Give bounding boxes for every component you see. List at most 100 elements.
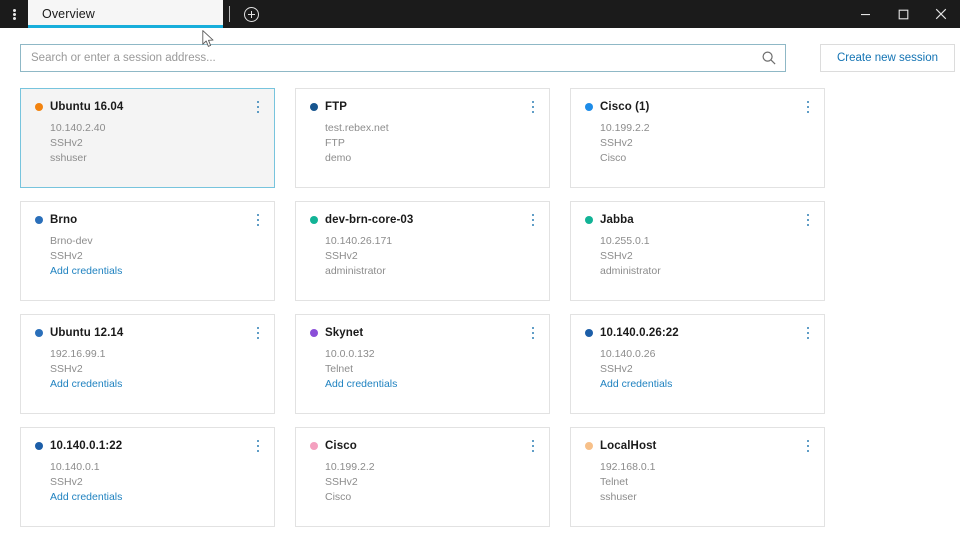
session-card-menu-button[interactable] xyxy=(801,211,815,229)
new-tab-button[interactable] xyxy=(239,0,263,28)
session-card-grid: Ubuntu 16.04 10.140.2.40 SSHv2 sshuser FTP te… xyxy=(0,72,960,527)
app-menu-button[interactable] xyxy=(0,0,28,28)
session-card-detail: SSHv2 xyxy=(50,363,83,375)
search-box[interactable] xyxy=(20,44,786,72)
session-card-detail: administrator xyxy=(325,265,386,277)
tab-separator xyxy=(229,6,230,22)
status-dot-icon xyxy=(35,103,43,111)
session-card-title: Cisco (1) xyxy=(600,101,650,113)
session-card-detail: Cisco xyxy=(600,152,627,164)
session-card-detail: 10.140.2.40 xyxy=(50,122,106,134)
session-card-detail: SSHv2 xyxy=(600,363,633,375)
kebab-menu-icon xyxy=(12,8,16,21)
session-card-menu-button[interactable] xyxy=(801,437,815,455)
status-dot-icon xyxy=(310,103,318,111)
session-card-detail: 10.140.0.26 xyxy=(600,348,656,360)
session-card[interactable]: Cisco (1) 10.199.2.2 SSHv2 Cisco xyxy=(570,88,825,188)
search-icon[interactable] xyxy=(761,50,777,66)
add-credentials-link[interactable]: Add credentials xyxy=(50,490,262,505)
session-card-menu-button[interactable] xyxy=(526,211,540,229)
add-credentials-link[interactable]: Add credentials xyxy=(50,264,262,279)
session-card[interactable]: 10.140.0.26:22 10.140.0.26 SSHv2 Add creden… xyxy=(570,314,825,414)
session-card-detail: test.rebex.net xyxy=(325,122,389,134)
session-card-detail: FTP xyxy=(325,137,345,149)
maximize-button[interactable] xyxy=(884,0,922,28)
session-card-title: 10.140.0.1:22 xyxy=(50,440,123,452)
session-card-menu-button[interactable] xyxy=(801,324,815,342)
session-card-detail: SSHv2 xyxy=(50,137,83,149)
session-card-header: Ubuntu 12.14 xyxy=(35,327,262,339)
tab-overview[interactable]: Overview xyxy=(28,0,223,28)
session-card-body: 10.140.26.171 SSHv2 administrator xyxy=(310,234,537,279)
session-card[interactable]: dev-brn-core-03 10.140.26.171 SSHv2 adminis… xyxy=(295,201,550,301)
session-card-header: Ubuntu 16.04 xyxy=(35,101,262,113)
session-card-body: 10.199.2.2 SSHv2 Cisco xyxy=(310,460,537,505)
session-card-body: 10.140.0.1 SSHv2 Add credentials xyxy=(35,460,262,505)
session-card-menu-button[interactable] xyxy=(526,437,540,455)
session-card-body: 10.255.0.1 SSHv2 administrator xyxy=(585,234,812,279)
session-card-title: LocalHost xyxy=(600,440,657,452)
add-credentials-link[interactable]: Add credentials xyxy=(50,377,262,392)
status-dot-icon xyxy=(35,442,43,450)
session-card-detail: 10.140.26.171 xyxy=(325,235,393,247)
session-card-menu-button[interactable] xyxy=(251,211,265,229)
create-new-session-button[interactable]: Create new session xyxy=(820,44,955,72)
close-button[interactable] xyxy=(922,0,960,28)
session-card-header: LocalHost xyxy=(585,440,812,452)
close-icon xyxy=(935,8,947,20)
add-credentials-link[interactable]: Add credentials xyxy=(600,377,812,392)
session-card-detail: SSHv2 xyxy=(325,250,358,262)
status-dot-icon xyxy=(585,442,593,450)
session-card-detail: Cisco xyxy=(325,491,352,503)
status-dot-icon xyxy=(35,216,43,224)
minimize-button[interactable] xyxy=(846,0,884,28)
session-card[interactable]: Skynet 10.0.0.132 Telnet Add credentials xyxy=(295,314,550,414)
tab-overview-label: Overview xyxy=(42,7,95,21)
session-card[interactable]: Jabba 10.255.0.1 SSHv2 administrator xyxy=(570,201,825,301)
session-card-menu-button[interactable] xyxy=(251,324,265,342)
session-card-menu-button[interactable] xyxy=(251,437,265,455)
session-card-menu-button[interactable] xyxy=(526,324,540,342)
session-card-detail: SSHv2 xyxy=(600,137,633,149)
minimize-icon xyxy=(860,13,870,15)
session-card[interactable]: Ubuntu 16.04 10.140.2.40 SSHv2 sshuser xyxy=(20,88,275,188)
session-card-detail: 10.255.0.1 xyxy=(600,235,650,247)
session-card-detail: 192.168.0.1 xyxy=(600,461,656,473)
session-card[interactable]: FTP test.rebex.net FTP demo xyxy=(295,88,550,188)
session-card-detail: SSHv2 xyxy=(50,476,83,488)
session-card-title: 10.140.0.26:22 xyxy=(600,327,679,339)
session-card-detail: 10.199.2.2 xyxy=(325,461,375,473)
status-dot-icon xyxy=(310,329,318,337)
maximize-icon xyxy=(898,9,908,19)
session-card-body: 10.140.0.26 SSHv2 Add credentials xyxy=(585,347,812,392)
session-card-detail: SSHv2 xyxy=(600,250,633,262)
status-dot-icon xyxy=(585,103,593,111)
session-card-title: Jabba xyxy=(600,214,634,226)
search-input[interactable] xyxy=(31,52,761,64)
plus-circle-icon xyxy=(243,6,259,22)
session-card[interactable]: Ubuntu 12.14 192.16.99.1 SSHv2 Add credenti… xyxy=(20,314,275,414)
session-card-detail: sshuser xyxy=(50,152,87,164)
status-dot-icon xyxy=(35,329,43,337)
session-card-header: Skynet xyxy=(310,327,537,339)
session-card[interactable]: Brno Brno-dev SSHv2 Add credentials xyxy=(20,201,275,301)
session-card-header: 10.140.0.26:22 xyxy=(585,327,812,339)
session-card[interactable]: 10.140.0.1:22 10.140.0.1 SSHv2 Add credenti… xyxy=(20,427,275,527)
session-card-title: FTP xyxy=(325,101,348,113)
add-credentials-link[interactable]: Add credentials xyxy=(325,377,537,392)
session-card-title: Skynet xyxy=(325,327,364,339)
session-card-body: test.rebex.net FTP demo xyxy=(310,121,537,166)
session-card[interactable]: LocalHost 192.168.0.1 Telnet sshuser xyxy=(570,427,825,527)
session-card-menu-button[interactable] xyxy=(526,98,540,116)
session-card-menu-button[interactable] xyxy=(251,98,265,116)
session-card-body: 192.168.0.1 Telnet sshuser xyxy=(585,460,812,505)
session-card-body: 10.140.2.40 SSHv2 sshuser xyxy=(35,121,262,166)
session-card-header: Brno xyxy=(35,214,262,226)
session-card-menu-button[interactable] xyxy=(801,98,815,116)
title-bar: Overview xyxy=(0,0,960,28)
status-dot-icon xyxy=(310,216,318,224)
session-card-header: Jabba xyxy=(585,214,812,226)
session-card[interactable]: Cisco 10.199.2.2 SSHv2 Cisco xyxy=(295,427,550,527)
session-card-body: 10.199.2.2 SSHv2 Cisco xyxy=(585,121,812,166)
session-card-detail: 10.140.0.1 xyxy=(50,461,100,473)
